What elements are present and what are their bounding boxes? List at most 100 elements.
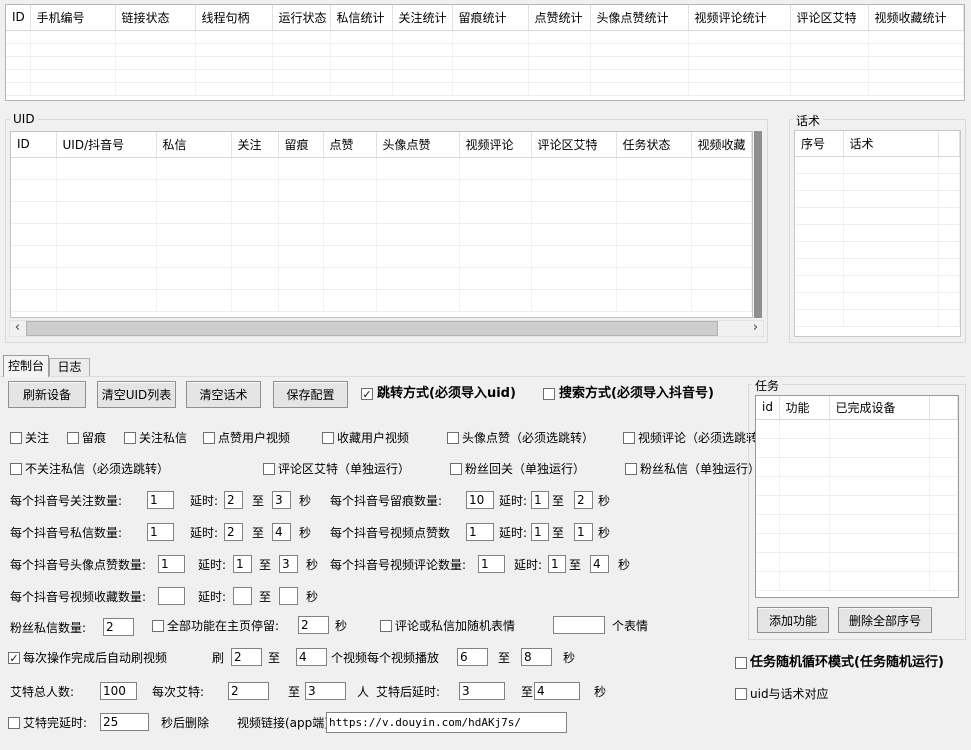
uid-col-follow[interactable]: 关注 (231, 132, 278, 157)
device-col-trace-stat[interactable]: 留痕统计 (452, 5, 528, 30)
follow-dm-label[interactable]: 关注私信 (139, 431, 187, 445)
auto-swipe-checkbox[interactable]: ✓ (8, 652, 20, 664)
device-col-like-stat[interactable]: 点赞统计 (528, 5, 590, 30)
video-like-count-input[interactable] (466, 523, 494, 541)
device-col-thread[interactable]: 线程句柄 (195, 5, 272, 30)
trace-count-input[interactable] (466, 491, 494, 509)
at-each-from-input[interactable] (228, 682, 269, 700)
script-col-index[interactable]: 序号 (795, 131, 843, 156)
uid-hscroll-thumb[interactable] (26, 321, 718, 336)
fav-user-video-label[interactable]: 收藏用户视频 (337, 431, 409, 445)
video-comment-delay-to-input[interactable] (590, 555, 609, 573)
device-col-link-status[interactable]: 链接状态 (115, 5, 195, 30)
avatar-like-delay-to-input[interactable] (279, 555, 298, 573)
play-to-input[interactable] (521, 648, 552, 666)
avatar-like-delay-from-input[interactable] (233, 555, 252, 573)
fan-follow-back-checkbox[interactable] (450, 463, 462, 475)
trace-checkbox[interactable] (67, 432, 79, 444)
device-col-video-comment-stat[interactable]: 视频评论统计 (688, 5, 790, 30)
uid-col-video-fav[interactable]: 视频收藏 (691, 132, 752, 157)
search-mode-checkbox[interactable] (543, 388, 555, 400)
dm-delay-to-input[interactable] (272, 523, 291, 541)
video-comment-checkbox[interactable] (623, 432, 635, 444)
uid-vscroll-thumb[interactable] (754, 131, 762, 318)
trace-label[interactable]: 留痕 (82, 431, 106, 445)
video-like-delay-to-input[interactable] (574, 523, 593, 541)
video-fav-delay-to-input[interactable] (279, 587, 298, 605)
device-col-comment-at[interactable]: 评论区艾特 (790, 5, 868, 30)
uid-col-video-comment[interactable]: 视频评论 (459, 132, 531, 157)
fan-dm-run-checkbox[interactable] (625, 463, 637, 475)
device-col-id[interactable]: ID (6, 5, 30, 30)
scroll-left-icon[interactable]: ‹ (10, 321, 25, 336)
jump-mode-label[interactable]: 跳转方式(必须导入uid) (377, 387, 516, 401)
uid-horizontal-scrollbar[interactable]: ‹ › (9, 320, 764, 337)
clear-script-button[interactable]: 清空话术 (186, 381, 261, 408)
dm-delay-from-input[interactable] (224, 523, 243, 541)
emoji-checkbox[interactable] (380, 620, 392, 632)
no-follow-dm-label[interactable]: 不关注私信（必须选跳转） (25, 462, 169, 476)
swipe-to-input[interactable] (296, 648, 327, 666)
tab-console[interactable]: 控制台 (3, 355, 49, 377)
device-col-follow-stat[interactable]: 关注统计 (392, 5, 452, 30)
uid-col-avatar-like[interactable]: 头像点赞 (376, 132, 459, 157)
script-col-text[interactable]: 话术 (843, 131, 938, 156)
uid-col-task-status[interactable]: 任务状态 (616, 132, 691, 157)
video-link-input[interactable] (326, 712, 567, 733)
stay-checkbox[interactable] (152, 620, 164, 632)
dm-count-input[interactable] (147, 523, 174, 541)
emoji-count-input[interactable] (553, 616, 605, 634)
device-col-dm-stat[interactable]: 私信统计 (330, 5, 392, 30)
search-mode-label[interactable]: 搜索方式(必须导入抖音号) (559, 387, 714, 401)
stay-label[interactable]: 全部功能在主页停留: (167, 619, 279, 633)
video-like-delay-from-input[interactable] (531, 523, 549, 541)
video-comment-count-input[interactable] (478, 555, 505, 573)
refresh-devices-button[interactable]: 刷新设备 (8, 381, 86, 408)
tab-log[interactable]: 日志 (49, 358, 90, 376)
avatar-like-label[interactable]: 头像点赞（必须选跳转） (462, 431, 594, 445)
play-from-input[interactable] (457, 648, 488, 666)
random-loop-checkbox[interactable] (735, 657, 747, 669)
auto-swipe-label[interactable]: 每次操作完成后自动刷视频 (23, 651, 167, 665)
comment-at-label[interactable]: 评论区艾特（单独运行） (278, 462, 410, 476)
stay-seconds-input[interactable] (298, 616, 329, 634)
device-col-video-fav-stat[interactable]: 视频收藏统计 (868, 5, 964, 30)
like-user-video-label[interactable]: 点赞用户视频 (218, 431, 290, 445)
video-fav-count-input[interactable] (158, 587, 185, 605)
no-follow-dm-checkbox[interactable] (10, 463, 22, 475)
emoji-label[interactable]: 评论或私信加随机表情 (395, 619, 515, 633)
swipe-from-input[interactable] (231, 648, 262, 666)
follow-count-input[interactable] (147, 491, 174, 509)
trace-delay-from-input[interactable] (531, 491, 549, 509)
at-delete-seconds-input[interactable] (100, 713, 149, 731)
at-each-to-input[interactable] (305, 682, 346, 700)
fan-dm-run-label[interactable]: 粉丝私信（单独运行） (640, 462, 760, 476)
device-col-run-status[interactable]: 运行状态 (272, 5, 330, 30)
at-delete-label[interactable]: 艾特完延时: (23, 716, 87, 730)
at-delete-checkbox[interactable] (8, 717, 20, 729)
uid-col-id[interactable]: ID (11, 132, 56, 157)
follow-checkbox[interactable] (10, 432, 22, 444)
follow-delay-to-input[interactable] (272, 491, 291, 509)
task-col-id[interactable]: id (756, 396, 779, 419)
device-col-avatar-like-stat[interactable]: 头像点赞统计 (590, 5, 688, 30)
jump-mode-checkbox[interactable]: ✓ (361, 388, 373, 400)
at-total-input[interactable] (100, 682, 137, 700)
scroll-right-icon[interactable]: › (748, 321, 763, 336)
at-delay-from-input[interactable] (459, 682, 505, 700)
uid-col-comment-at[interactable]: 评论区艾特 (531, 132, 616, 157)
uid-script-map-label[interactable]: uid与话术对应 (750, 687, 829, 701)
trace-delay-to-input[interactable] (574, 491, 593, 509)
comment-at-checkbox[interactable] (263, 463, 275, 475)
like-user-video-checkbox[interactable] (203, 432, 215, 444)
clear-uid-button[interactable]: 清空UID列表 (97, 381, 176, 408)
task-col-function[interactable]: 功能 (779, 396, 829, 419)
add-function-button[interactable]: 添加功能 (757, 607, 829, 633)
avatar-like-checkbox[interactable] (447, 432, 459, 444)
at-delay-to-input[interactable] (534, 682, 580, 700)
device-col-phone[interactable]: 手机编号 (30, 5, 115, 30)
video-comment-delay-from-input[interactable] (548, 555, 566, 573)
random-loop-label[interactable]: 任务随机循环模式(任务随机运行) (750, 656, 944, 670)
uid-col-trace[interactable]: 留痕 (278, 132, 323, 157)
follow-label[interactable]: 关注 (25, 431, 49, 445)
